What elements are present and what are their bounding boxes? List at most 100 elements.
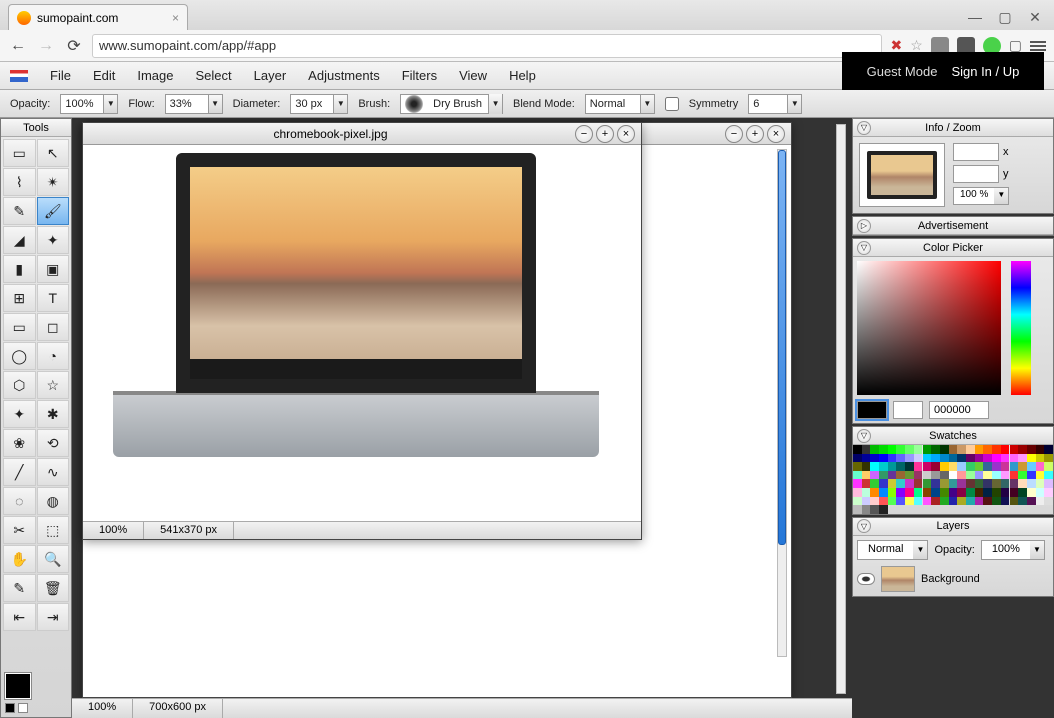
swatch-cell[interactable] bbox=[940, 488, 949, 497]
win-close-icon[interactable]: × bbox=[617, 125, 635, 143]
diameter-input[interactable]: 30 px bbox=[290, 94, 334, 114]
tool-trash[interactable]: 🗑 bbox=[37, 574, 70, 602]
win-maximize-icon[interactable]: + bbox=[746, 125, 764, 143]
swatch-cell[interactable] bbox=[896, 454, 905, 463]
forward-button[interactable]: → bbox=[36, 36, 56, 56]
tool-ellipse[interactable]: ◯ bbox=[3, 342, 36, 370]
swatch-cell[interactable] bbox=[1027, 488, 1036, 497]
swatch-cell[interactable] bbox=[862, 488, 871, 497]
menu-file[interactable]: File bbox=[50, 68, 71, 83]
back-button[interactable]: ← bbox=[8, 36, 28, 56]
flow-dd[interactable]: ▼ bbox=[209, 94, 223, 114]
tool-zoom[interactable]: 🔍 bbox=[37, 545, 70, 573]
tool-polygon[interactable]: ⬡ bbox=[3, 371, 36, 399]
swatch-cell[interactable] bbox=[992, 462, 1001, 471]
cp-fg-swatch[interactable] bbox=[857, 401, 887, 419]
swatch-cell[interactable] bbox=[853, 462, 862, 471]
menu-image[interactable]: Image bbox=[137, 68, 173, 83]
swatch-cell[interactable] bbox=[940, 454, 949, 463]
swatch-cell[interactable] bbox=[914, 471, 923, 480]
menu-edit[interactable]: Edit bbox=[93, 68, 115, 83]
menu-layer[interactable]: Layer bbox=[254, 68, 287, 83]
swatch-cell[interactable] bbox=[1001, 479, 1010, 488]
tool-rounded-rect[interactable]: ◻ bbox=[37, 313, 70, 341]
swatch-cell[interactable] bbox=[1001, 497, 1010, 506]
collapse-icon[interactable]: ▷ bbox=[857, 219, 871, 233]
swatch-cell[interactable] bbox=[923, 462, 932, 471]
tool-blob[interactable]: ❀ bbox=[3, 429, 36, 457]
swatch-cell[interactable] bbox=[992, 471, 1001, 480]
swatch-cell[interactable] bbox=[1001, 454, 1010, 463]
swatch-cell[interactable] bbox=[983, 462, 992, 471]
swatch-cell[interactable] bbox=[931, 497, 940, 506]
swatch-cell[interactable] bbox=[983, 479, 992, 488]
tool-crop[interactable]: ✂ bbox=[3, 516, 36, 544]
swatch-cell[interactable] bbox=[957, 471, 966, 480]
url-field[interactable]: www.sumopaint.com/app/#app bbox=[92, 34, 882, 58]
tool-bucket[interactable]: ▣ bbox=[37, 255, 70, 283]
flag-icon[interactable] bbox=[10, 70, 28, 82]
swatch-cell[interactable] bbox=[862, 505, 871, 514]
swatch-cell[interactable] bbox=[940, 479, 949, 488]
flow-input[interactable]: 33% bbox=[165, 94, 209, 114]
swatch-cell[interactable] bbox=[983, 497, 992, 506]
swatch-cell[interactable] bbox=[896, 479, 905, 488]
menu-select[interactable]: Select bbox=[196, 68, 232, 83]
swatch-cell[interactable] bbox=[1010, 454, 1019, 463]
swatch-cell[interactable] bbox=[966, 454, 975, 463]
vertical-scrollbar[interactable] bbox=[777, 149, 787, 657]
swatch-cell[interactable] bbox=[896, 471, 905, 480]
swatch-cell[interactable] bbox=[983, 454, 992, 463]
swatch-cell[interactable] bbox=[853, 471, 862, 480]
swatch-cell[interactable] bbox=[1018, 471, 1027, 480]
swatch-cell[interactable] bbox=[853, 488, 862, 497]
swatch-cell[interactable] bbox=[862, 454, 871, 463]
swatch-cell[interactable] bbox=[923, 445, 932, 454]
tool-blur[interactable]: ◌ bbox=[3, 487, 36, 515]
swatch-cell[interactable] bbox=[1036, 445, 1045, 454]
swatch-cell[interactable] bbox=[879, 454, 888, 463]
swatch-cell[interactable] bbox=[862, 445, 871, 454]
swatch-cell[interactable] bbox=[914, 488, 923, 497]
swatch-cell[interactable] bbox=[914, 445, 923, 454]
layer-opacity-select[interactable]: 100%▼ bbox=[981, 540, 1045, 560]
swatch-cell[interactable] bbox=[1036, 454, 1045, 463]
swatch-cell[interactable] bbox=[1044, 497, 1053, 506]
swatch-cell[interactable] bbox=[879, 505, 888, 514]
x-input[interactable] bbox=[953, 143, 999, 161]
zoom-select[interactable]: 100 %▼ bbox=[953, 187, 1009, 205]
swatch-cell[interactable] bbox=[992, 479, 1001, 488]
tool-brush[interactable]: 🖌 bbox=[37, 197, 70, 225]
swatch-cell[interactable] bbox=[1010, 471, 1019, 480]
outer-scrollbar[interactable] bbox=[836, 124, 846, 694]
swatch-cell[interactable] bbox=[949, 471, 958, 480]
tool-star[interactable]: ☆ bbox=[37, 371, 70, 399]
menu-view[interactable]: View bbox=[459, 68, 487, 83]
swatch-cell[interactable] bbox=[992, 445, 1001, 454]
mini-swatch-fg[interactable] bbox=[5, 703, 15, 713]
tool-eraser[interactable]: ◢ bbox=[3, 226, 36, 254]
collapse-icon[interactable]: ▽ bbox=[857, 519, 871, 533]
swatch-cell[interactable] bbox=[870, 479, 879, 488]
swatch-cell[interactable] bbox=[879, 497, 888, 506]
y-input[interactable] bbox=[953, 165, 999, 183]
swatch-cell[interactable] bbox=[992, 454, 1001, 463]
tool-color-picker[interactable]: ✎ bbox=[3, 574, 36, 602]
swatch-cell[interactable] bbox=[1044, 471, 1053, 480]
swatch-cell[interactable] bbox=[905, 462, 914, 471]
menu-filters[interactable]: Filters bbox=[402, 68, 437, 83]
tool-move[interactable]: ↖ bbox=[37, 139, 70, 167]
tool-text[interactable]: T bbox=[37, 284, 70, 312]
sign-in-link[interactable]: Sign In / Up bbox=[951, 64, 1019, 79]
swatch-cell[interactable] bbox=[888, 445, 897, 454]
swatch-cell[interactable] bbox=[862, 462, 871, 471]
swatch-cell[interactable] bbox=[1027, 479, 1036, 488]
swatch-cell[interactable] bbox=[870, 471, 879, 480]
swatch-cell[interactable] bbox=[870, 445, 879, 454]
swatch-cell[interactable] bbox=[949, 445, 958, 454]
collapse-icon[interactable]: ▽ bbox=[857, 121, 871, 135]
reload-button[interactable]: ⟳ bbox=[64, 36, 84, 56]
swatch-cell[interactable] bbox=[931, 488, 940, 497]
swatch-cell[interactable] bbox=[896, 462, 905, 471]
tool-nudge-right[interactable]: ⇥ bbox=[37, 603, 70, 631]
